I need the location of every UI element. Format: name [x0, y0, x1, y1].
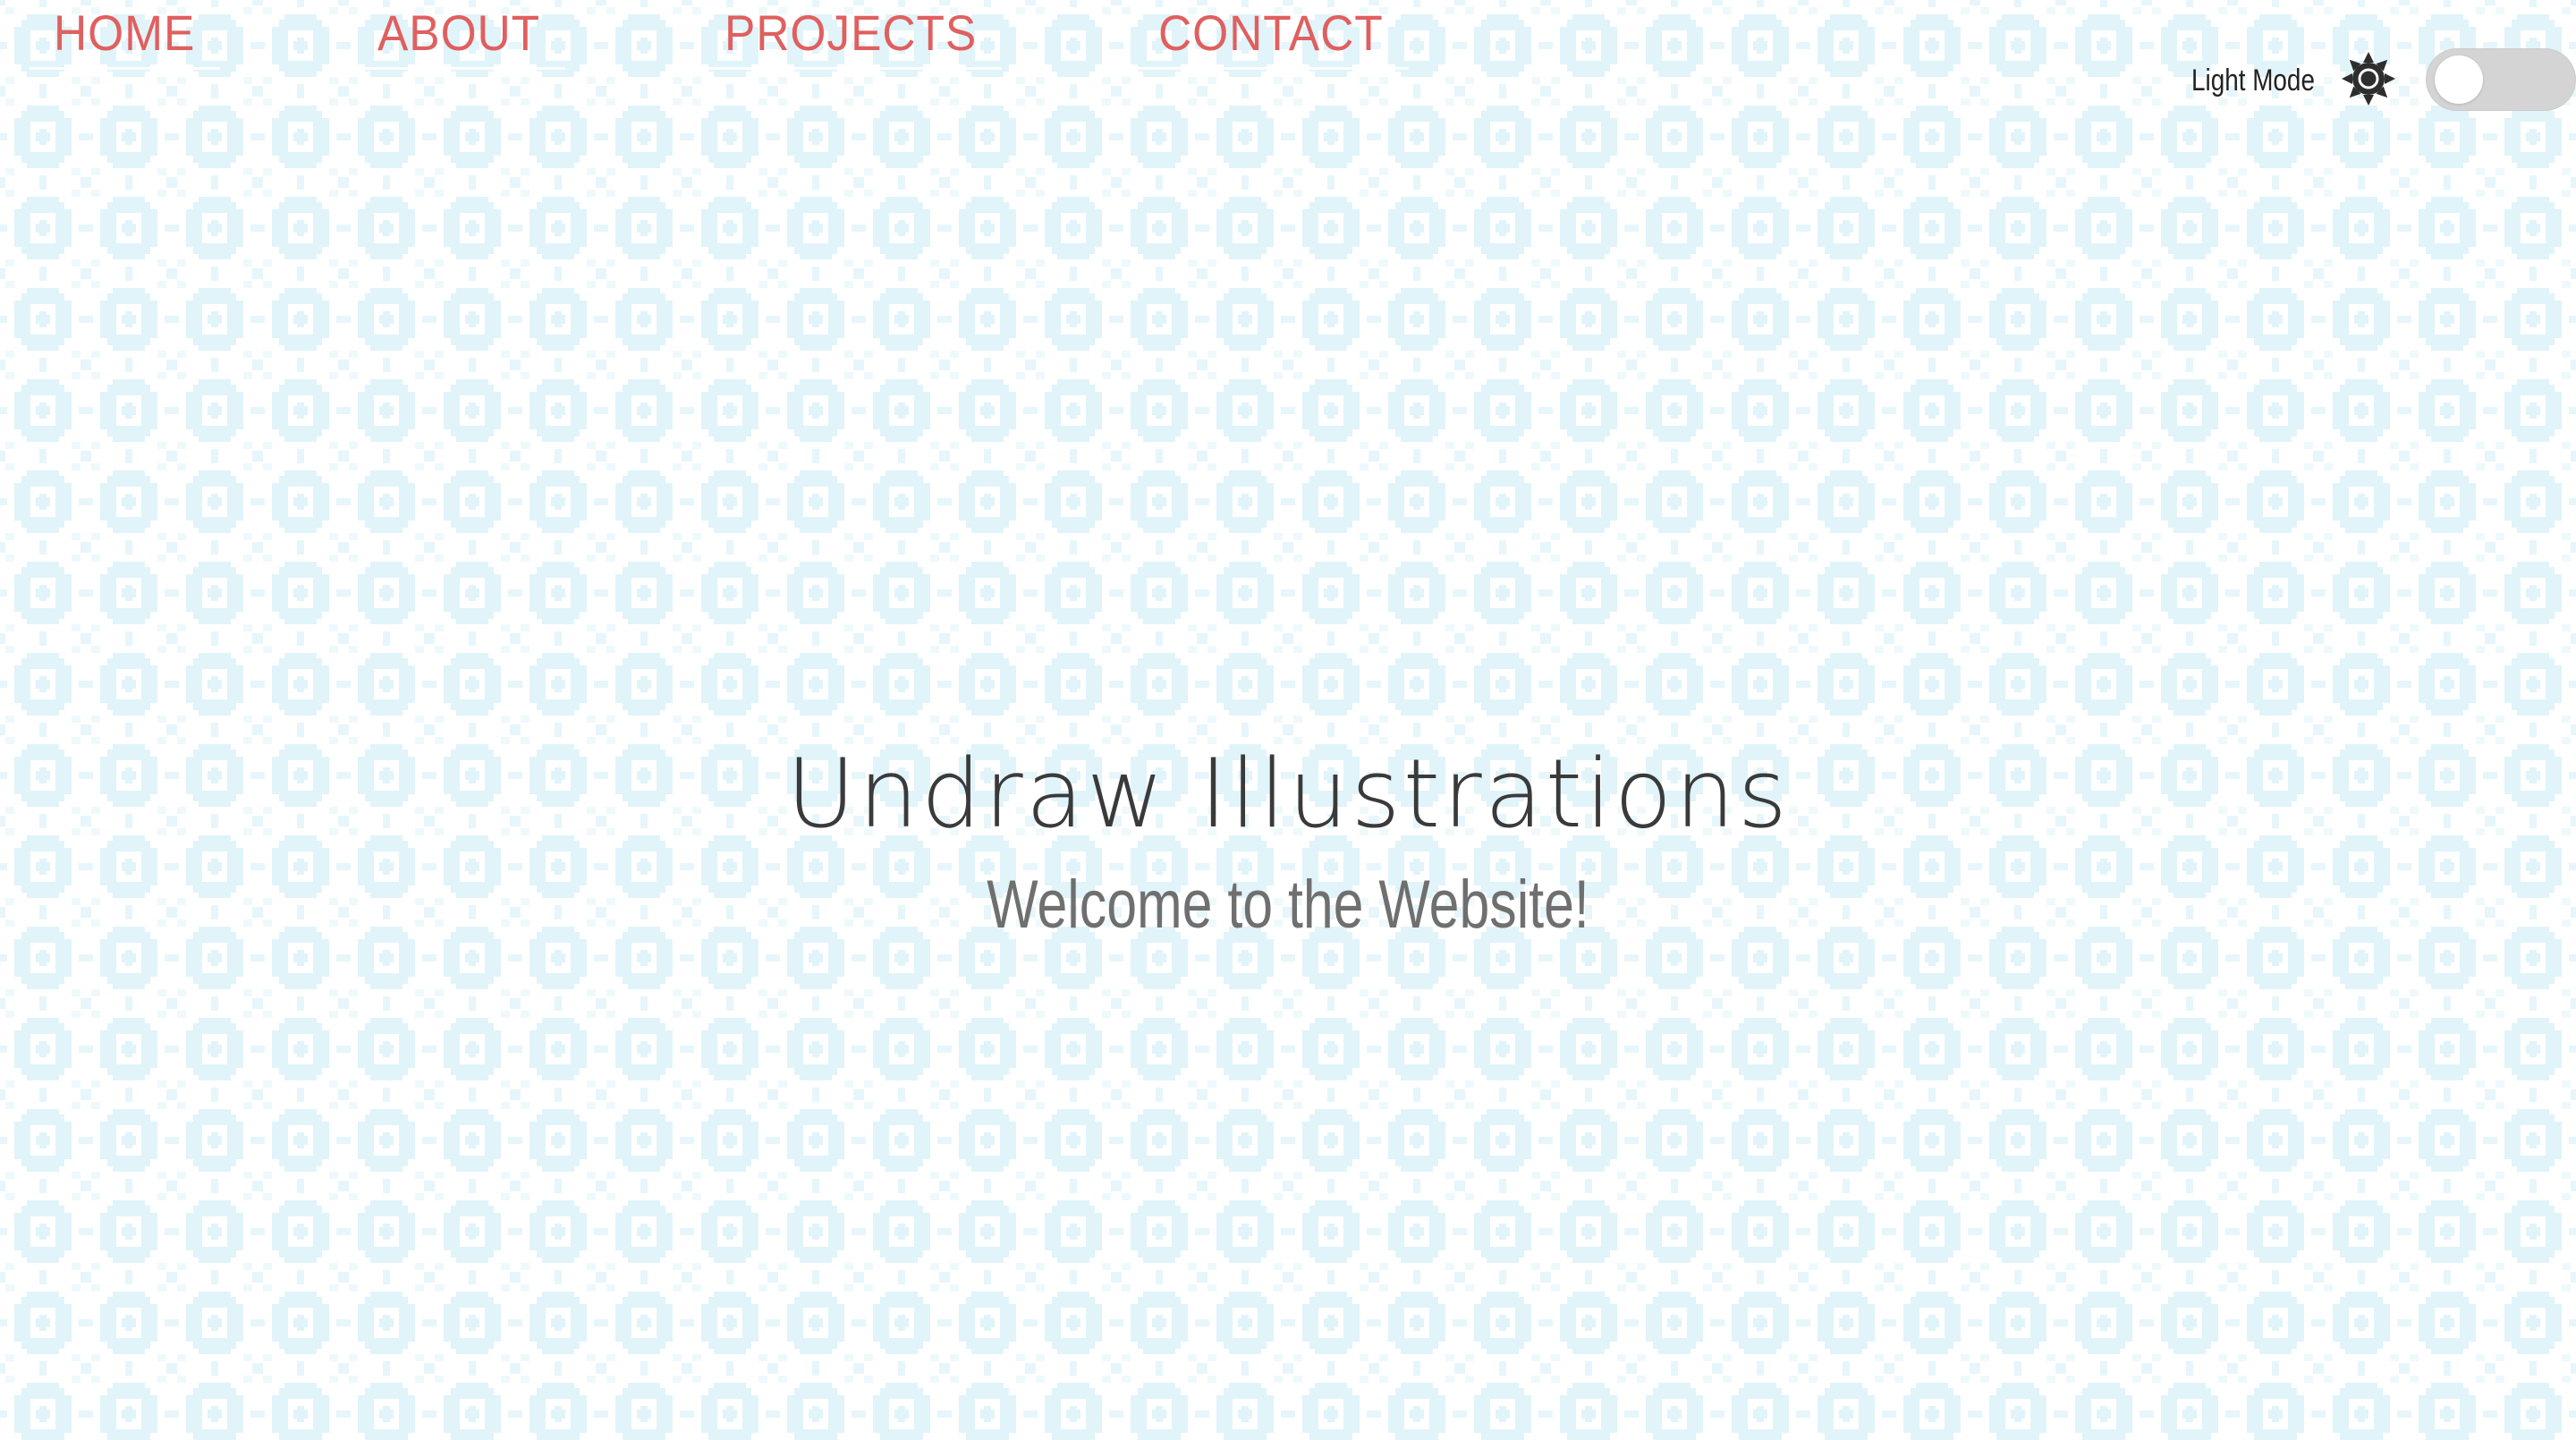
theme-mode-label: Light Mode	[2191, 64, 2315, 97]
nav-link-contact[interactable]: CONTACT	[1133, 2, 1408, 70]
nav-link-home[interactable]: HOME	[29, 2, 220, 70]
page-title: Undraw Illustrations	[786, 739, 1790, 850]
background-pattern	[0, 0, 2576, 1440]
theme-toggle[interactable]	[2426, 48, 2576, 111]
sun-icon	[2340, 50, 2397, 107]
nav-link-about[interactable]: ABOUT	[352, 2, 565, 70]
page-subtitle-text: Welcome to the Website!	[987, 867, 1589, 943]
nav-link-projects[interactable]: PROJECTS	[699, 2, 1002, 70]
theme-toggle-knob	[2435, 55, 2483, 104]
page-subtitle: Welcome to the Website!	[0, 860, 2576, 950]
main-nav: HOME ABOUT PROJECTS CONTACT	[0, 0, 2576, 72]
